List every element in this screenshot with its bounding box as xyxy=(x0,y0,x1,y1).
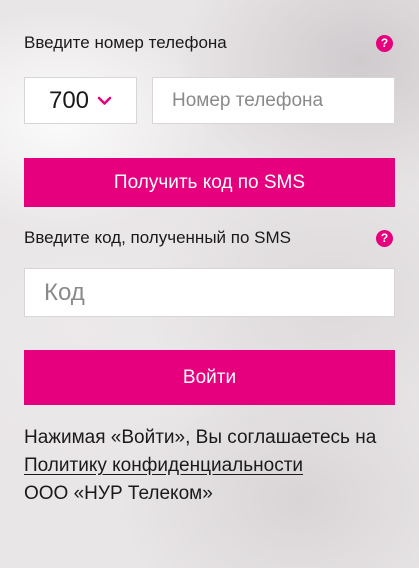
question-icon[interactable]: ? xyxy=(376,34,393,52)
code-label-row: Введите код, полученный по SMS ? xyxy=(24,228,395,248)
get-sms-code-button-label: Получить код по SMS xyxy=(113,171,306,193)
agreement-company: ООО «НУР Телеком» xyxy=(24,483,213,504)
chevron-down-icon xyxy=(97,96,112,105)
question-icon[interactable]: ? xyxy=(376,229,393,247)
agreement-text-before: Нажимая «Войти», Вы соглашаетесь на xyxy=(24,427,377,448)
phone-number-input[interactable] xyxy=(152,77,395,124)
login-button[interactable]: Войти xyxy=(24,350,395,405)
privacy-agreement-text: Нажимая «Войти», Вы соглашаетесь на Поли… xyxy=(24,424,404,508)
privacy-policy-link[interactable]: Политику конфиденциальности xyxy=(24,455,303,476)
login-button-label: Войти xyxy=(182,366,237,388)
country-code-value: 700 xyxy=(48,86,90,114)
country-code-select[interactable]: 700 xyxy=(24,77,137,124)
get-sms-code-button[interactable]: Получить код по SMS xyxy=(24,158,395,207)
phone-label: Введите номер телефона xyxy=(24,33,227,52)
code-label: Введите код, полученный по SMS xyxy=(24,228,291,247)
sms-code-input[interactable] xyxy=(24,268,395,317)
phone-label-row: Введите номер телефона ? xyxy=(24,33,395,53)
